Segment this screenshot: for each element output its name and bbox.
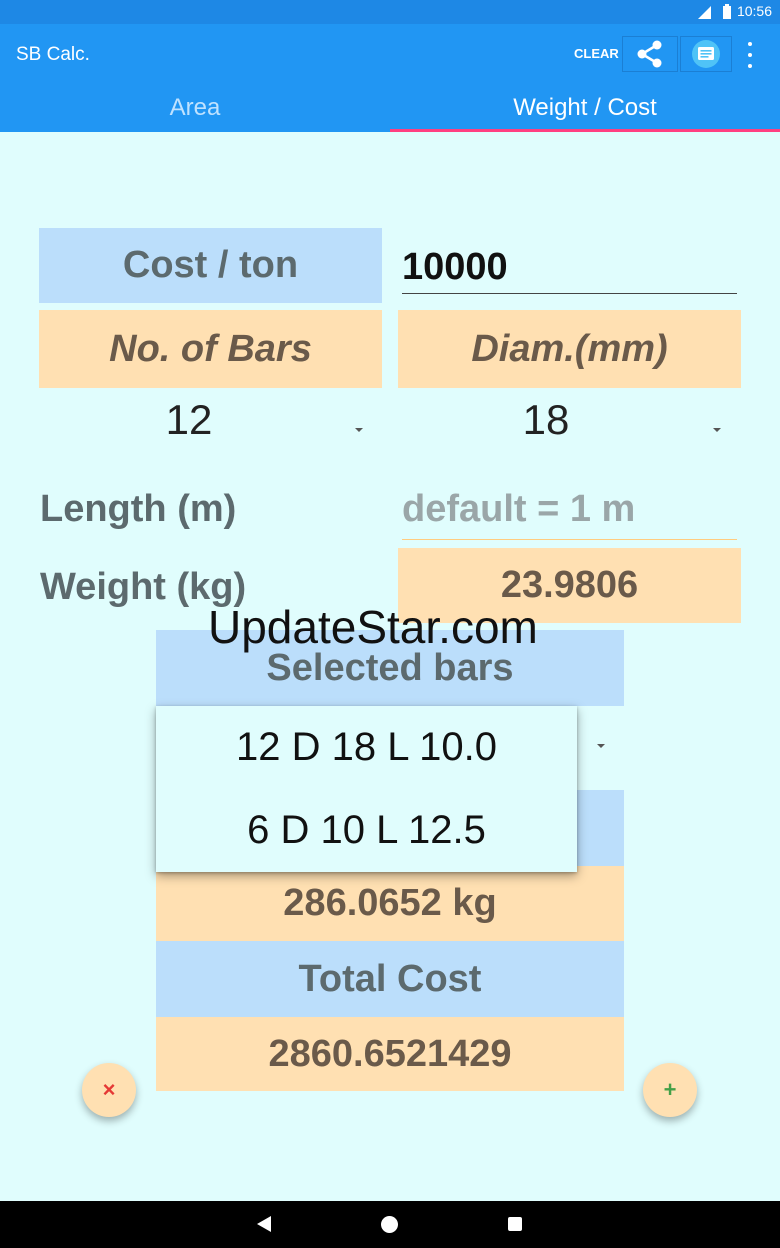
diameter-spinner[interactable]: 18 (398, 392, 694, 448)
number-of-bars-spinner[interactable]: 12 (39, 392, 339, 448)
dropdown-option[interactable]: 6 D 10 L 12.5 (156, 789, 577, 872)
dropdown-arrow-icon[interactable] (597, 744, 605, 748)
signal-icon (698, 6, 711, 19)
add-button[interactable]: + (643, 1063, 697, 1117)
dropdown-arrow-icon[interactable] (355, 428, 363, 432)
app-title: SB Calc. (16, 44, 90, 65)
tab-weight-cost[interactable]: Weight / Cost (390, 94, 780, 132)
message-button[interactable] (680, 36, 732, 72)
length-input[interactable]: default = 1 m (402, 488, 737, 540)
total-cost-value: 2860.6521429 (156, 1017, 624, 1091)
tab-area[interactable]: Area (0, 94, 390, 132)
dropdown-arrow-icon[interactable] (713, 428, 721, 432)
more-vert-icon (748, 42, 752, 46)
selected-bars-dropdown: 12 D 18 L 10.0 6 D 10 L 12.5 (156, 706, 577, 872)
length-label: Length (m) (40, 488, 237, 530)
battery-icon (723, 4, 731, 19)
plus-icon: + (663, 1077, 677, 1102)
home-icon[interactable] (381, 1216, 398, 1233)
status-time: 10:56 (736, 3, 772, 19)
number-of-bars-label: No. of Bars (39, 310, 382, 388)
recent-apps-icon[interactable] (508, 1217, 522, 1231)
watermark: UpdateStar.com (208, 601, 538, 653)
more-options-button[interactable] (742, 42, 758, 68)
status-bar: 10:56 (0, 0, 780, 24)
app-bar: SB Calc. CLEAR Area Weight / Cost (0, 24, 780, 132)
total-weight-value: 286.0652 kg (156, 866, 624, 941)
tab-indicator (390, 129, 780, 132)
back-icon[interactable] (257, 1216, 271, 1232)
delete-button[interactable]: × (82, 1063, 136, 1117)
dropdown-option[interactable]: 12 D 18 L 10.0 (156, 706, 577, 789)
close-icon: × (102, 1077, 116, 1102)
cost-per-ton-label: Cost / ton (39, 228, 382, 303)
message-icon (692, 40, 720, 68)
total-cost-label: Total Cost (156, 941, 624, 1017)
clear-button[interactable]: CLEAR (566, 46, 627, 61)
share-button[interactable] (622, 36, 678, 72)
diameter-label: Diam.(mm) (398, 310, 741, 388)
share-icon (637, 40, 662, 68)
cost-per-ton-input[interactable]: 10000 (402, 244, 737, 294)
